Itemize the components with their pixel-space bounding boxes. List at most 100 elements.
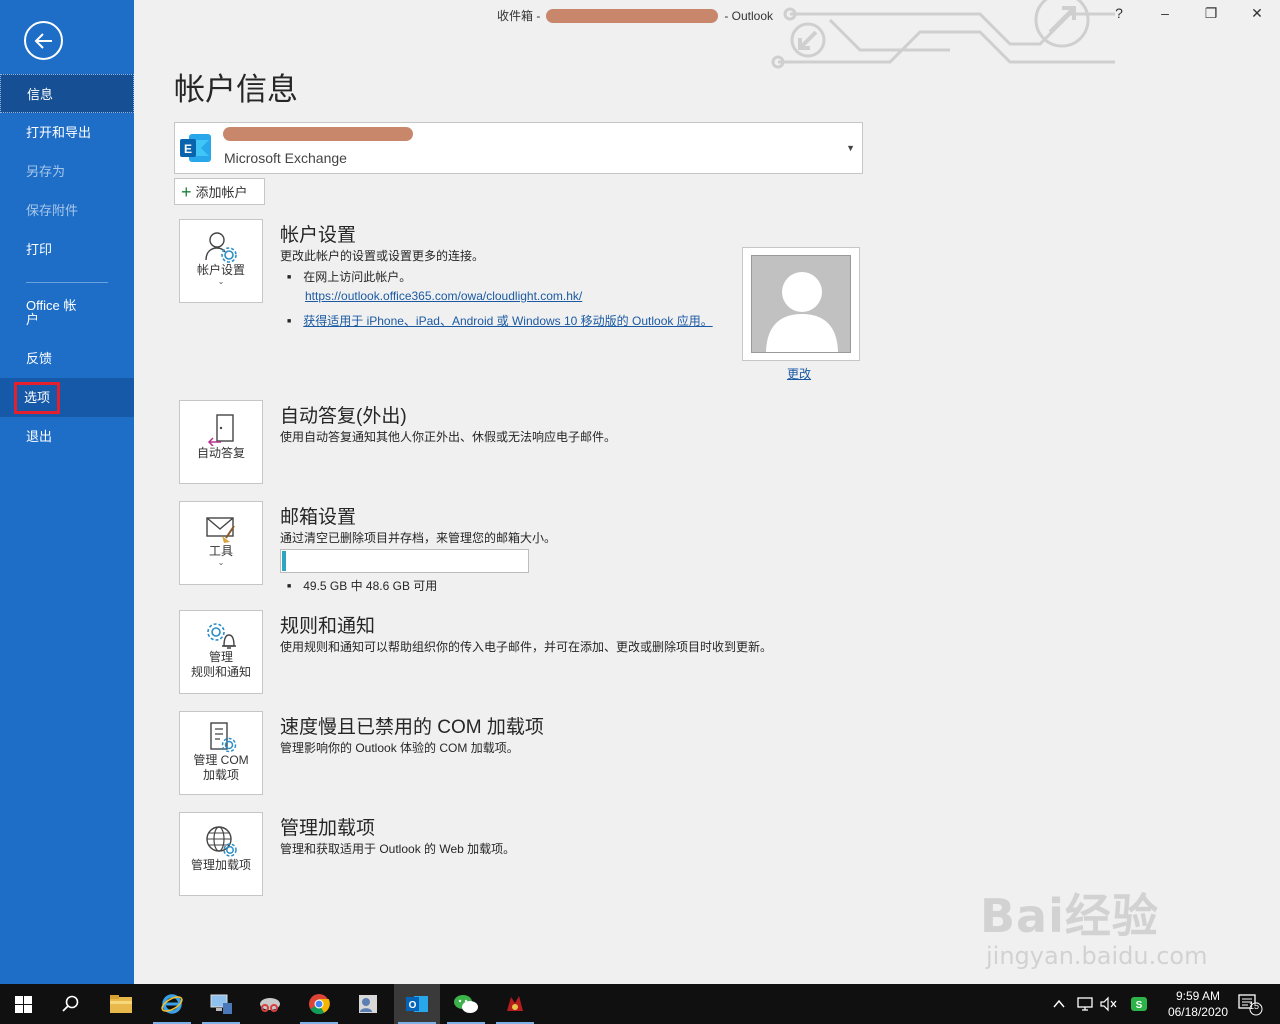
manage-com-addins-tile[interactable]: 管理 COM 加载项 [179, 711, 263, 795]
owa-link[interactable]: https://outlook.office365.com/owa/cloudl… [305, 289, 582, 303]
sidebar-item-feedback[interactable]: 反馈 [0, 339, 134, 378]
section-description: 管理和获取适用于 Outlook 的 Web 加载项。 [280, 842, 516, 856]
help-button[interactable]: ? [1096, 5, 1142, 21]
action-center-button[interactable]: 15 [1236, 984, 1264, 1024]
section-description: 使用自动答复通知其他人你正外出、休假或无法响应电子邮件。 [280, 430, 617, 444]
network-icon [1077, 997, 1093, 1011]
section-title: 自动答复(外出) [280, 406, 407, 427]
taskbar-snipping-tool[interactable] [247, 984, 293, 1024]
baidu-watermark: Bai经验 jingyan.baidu.com [980, 880, 1207, 970]
taskbar-outlook[interactable]: O [394, 984, 440, 1024]
taskbar-wechat[interactable] [443, 984, 489, 1024]
sidebar-item-info[interactable]: 信息 [0, 74, 134, 113]
gear-bell-icon [207, 623, 236, 649]
account-settings-tile[interactable]: 帐户设置 ⌄ [179, 219, 263, 303]
chrome-icon [309, 994, 330, 1015]
back-button[interactable] [24, 21, 63, 60]
sidebar-item-save-attachments[interactable]: 保存附件 [0, 191, 134, 230]
chevron-up-icon [1053, 999, 1065, 1008]
sidebar-item-label: Office 帐户 [26, 298, 77, 327]
people-icon [359, 995, 377, 1013]
sidebar-item-save-as[interactable]: 另存为 [0, 152, 134, 191]
section-title: 速度慢且已禁用的 COM 加载项 [280, 717, 544, 738]
options-highlight-box: 选项 [14, 382, 61, 414]
section-description: 更改此帐户的设置或设置更多的连接。 [280, 249, 485, 263]
sidebar-item-exit[interactable]: 退出 [0, 417, 134, 456]
tray-overflow[interactable] [1052, 984, 1066, 1024]
taskbar-network-computer[interactable] [198, 984, 244, 1024]
sidebar-item-label: 另存为 [26, 164, 66, 179]
windows-taskbar: O S 9:59 AM 06/18/2020 15 [0, 984, 1280, 1024]
taskbar-file-explorer[interactable] [98, 984, 144, 1024]
bullet-item: 49.5 GB 中 48.6 GB 可用 [287, 577, 437, 594]
window-title-suffix: - Outlook [724, 8, 774, 23]
search-icon [62, 995, 79, 1012]
sidebar-item-print[interactable]: 打印 [0, 230, 134, 269]
notification-count: 15 [1249, 1001, 1260, 1011]
auto-reply-tile[interactable]: 自动答复 [179, 400, 263, 484]
sidebar-divider [26, 282, 108, 283]
section-description: 管理影响你的 Outlook 体验的 COM 加载项。 [280, 741, 519, 755]
person-icon [766, 272, 838, 352]
section-description: 通过清空已删除项目并存档，来管理您的邮箱大小。 [280, 531, 557, 545]
door-arrow-icon [207, 414, 234, 446]
avatar [751, 255, 851, 353]
search-button[interactable] [48, 984, 94, 1024]
profile-photo [742, 247, 860, 361]
sidebar-item-office-account[interactable]: Office 帐户 [0, 293, 134, 339]
bullet-item: 在网上访问此帐户。 [287, 268, 411, 285]
sidebar-item-open-export[interactable]: 打开和导出 [0, 113, 134, 152]
mailbox-usage-text: 49.5 GB 中 48.6 GB 可用 [303, 579, 438, 593]
section-title: 管理加载项 [280, 818, 376, 839]
change-photo-link[interactable]: 更改 [787, 365, 811, 382]
section-description: 使用规则和通知可以帮助组织你的传入电子邮件，并可在添加、更改或删除项目时收到更新… [280, 640, 773, 654]
exchange-icon: E [180, 134, 211, 162]
tile-label: 管理 [208, 650, 233, 664]
account-settings-icon [205, 232, 237, 263]
tile-label: 加载项 [202, 768, 239, 782]
section-title: 规则和通知 [280, 616, 376, 637]
wechat-icon [454, 995, 478, 1013]
add-account-button[interactable]: + 添加帐户 [174, 178, 265, 205]
arrow-left-icon [34, 32, 52, 49]
windows-logo-icon [14, 995, 32, 1013]
mobile-app-link[interactable]: 获得适用于 iPhone、iPad、Android 或 Windows 10 移… [303, 314, 712, 328]
taskbar-internet-explorer[interactable] [149, 984, 195, 1024]
window-title-prefix: 收件箱 - [497, 9, 541, 23]
tile-label: 帐户设置 [196, 263, 245, 277]
plus-icon: + [181, 181, 192, 202]
tray-volume[interactable] [1100, 984, 1118, 1024]
restore-button[interactable]: ❐ [1188, 5, 1234, 22]
tile-label: 管理加载项 [190, 858, 251, 872]
mailbox-usage-bar [280, 549, 529, 573]
com-addin-icon [210, 722, 237, 753]
globe-gear-icon [206, 826, 237, 857]
tray-app[interactable]: S [1130, 984, 1148, 1024]
account-type: Microsoft Exchange [224, 150, 347, 166]
taskbar-game[interactable] [492, 984, 538, 1024]
minimize-button[interactable]: – [1142, 5, 1188, 21]
taskbar-clock[interactable]: 9:59 AM 06/18/2020 [1168, 988, 1228, 1020]
sidebar-item-label: 反馈 [26, 351, 53, 366]
app-tray-icon: S [1131, 997, 1147, 1011]
account-selector[interactable]: E Microsoft Exchange ▼ [174, 122, 863, 174]
snipping-tool-icon [260, 998, 280, 1012]
start-button[interactable] [0, 984, 46, 1024]
taskbar-people[interactable] [345, 984, 391, 1024]
sidebar-nav: 信息 打开和导出 另存为 保存附件 打印 Office 帐户 反馈 选项 退出 [0, 74, 134, 456]
sidebar-item-options[interactable]: 选项 [0, 378, 134, 417]
redacted-account-name [223, 127, 413, 141]
mailbox-tools-tile[interactable]: 工具 ⌄ [179, 501, 263, 585]
manage-rules-tile[interactable]: 管理 规则和通知 [179, 610, 263, 694]
sidebar-item-label: 打开和导出 [26, 125, 92, 140]
file-explorer-icon [110, 995, 132, 1013]
add-account-label: 添加帐户 [195, 185, 248, 200]
svg-text:S: S [1136, 1000, 1143, 1011]
close-button[interactable]: ✕ [1234, 5, 1280, 22]
manage-addins-tile[interactable]: 管理加载项 [179, 812, 263, 896]
internet-explorer-icon [161, 994, 183, 1014]
tray-network[interactable] [1076, 984, 1094, 1024]
tile-label: 管理 COM [193, 753, 249, 767]
bullet-item: 获得适用于 iPhone、iPad、Android 或 Windows 10 移… [287, 312, 712, 329]
taskbar-chrome[interactable] [296, 984, 342, 1024]
